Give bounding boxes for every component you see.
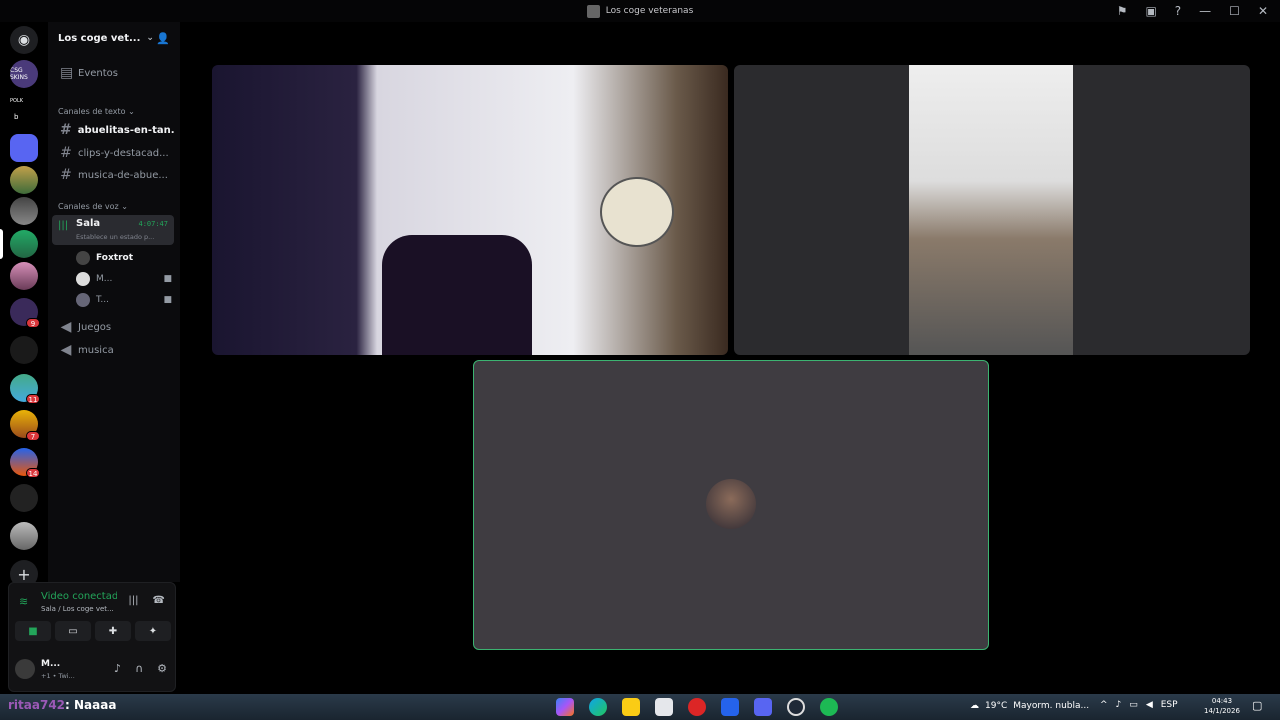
selected-pill bbox=[0, 229, 3, 259]
server-icon bbox=[586, 4, 600, 18]
clock[interactable]: 04:43 14/1/2026 bbox=[1204, 696, 1240, 716]
network-icon[interactable]: ▭ bbox=[1129, 700, 1138, 710]
calendar-icon: ▤ bbox=[60, 65, 74, 81]
hash-icon: # bbox=[60, 122, 72, 138]
system-tray: ^ ♪ ▭ ◀ ESP bbox=[1100, 700, 1178, 710]
activities-button[interactable]: ✚ bbox=[95, 621, 131, 641]
microphone-icon[interactable]: ♪ bbox=[114, 662, 121, 675]
category-voice-channels[interactable]: Canales de voz ⌄ bbox=[58, 202, 128, 211]
speaker-icon: ◀ bbox=[60, 342, 72, 358]
avatar bbox=[76, 293, 90, 307]
server-folder-label: POLK bbox=[10, 98, 24, 104]
store-icon[interactable] bbox=[655, 698, 673, 716]
outlook-icon[interactable] bbox=[721, 698, 739, 716]
server-icon-3[interactable] bbox=[10, 262, 38, 290]
camera-icon: ■ bbox=[163, 274, 172, 284]
category-text-channels[interactable]: Canales de texto ⌄ bbox=[58, 107, 135, 116]
camera-icon: ■ bbox=[163, 295, 172, 305]
server-icon-1[interactable] bbox=[10, 166, 38, 194]
server-icon-9[interactable] bbox=[10, 484, 38, 512]
channel-sidebar: Los coge vet... ⌄ 👤 ▤ Eventos Canales de… bbox=[48, 22, 180, 582]
edge-icon[interactable] bbox=[589, 698, 607, 716]
voice-wave-icon: ||| bbox=[58, 220, 69, 231]
server-csg-skins[interactable]: CSG SKINS bbox=[10, 60, 38, 88]
voice-channel-musica[interactable]: ◀ musica bbox=[54, 340, 174, 360]
hash-icon: # bbox=[60, 167, 72, 183]
speaker-icon: ◀ bbox=[60, 319, 72, 335]
screen-icon[interactable]: ▣ bbox=[1145, 3, 1156, 19]
avatar bbox=[76, 272, 90, 286]
cloud-icon: ☁ bbox=[970, 701, 979, 711]
server-icon-5[interactable] bbox=[10, 336, 38, 364]
disconnect-icon[interactable]: ☎ bbox=[153, 595, 165, 606]
chevron-up-icon[interactable]: ^ bbox=[1100, 700, 1108, 710]
camera-toggle-button[interactable]: ■ bbox=[15, 621, 51, 641]
mention-badge: 9 bbox=[26, 318, 40, 328]
soundboard-button[interactable]: ✦ bbox=[135, 621, 171, 641]
avatar bbox=[76, 251, 90, 265]
server-icon-10[interactable] bbox=[10, 522, 38, 550]
obs-icon[interactable] bbox=[787, 698, 805, 716]
server-folder-b: b bbox=[14, 113, 19, 121]
microphone-icon[interactable]: ♪ bbox=[1116, 700, 1122, 710]
server-header[interactable]: Los coge vet... ⌄ 👤 bbox=[48, 22, 180, 54]
channel-abuelitas[interactable]: # abuelitas-en-tan... bbox=[54, 120, 174, 140]
server-icon-current[interactable] bbox=[10, 230, 38, 258]
channel-clips[interactable]: # clips-y-destacad... bbox=[54, 143, 174, 163]
server-icon-2[interactable] bbox=[10, 197, 38, 225]
maximize-button[interactable]: ☐ bbox=[1229, 3, 1240, 19]
video-tile-speaking[interactable] bbox=[473, 360, 989, 650]
chevron-down-icon: ⌄ bbox=[146, 33, 154, 43]
video-stage bbox=[180, 22, 1280, 694]
minimize-button[interactable]: — bbox=[1199, 3, 1211, 19]
voice-member[interactable]: M... ■ bbox=[76, 269, 172, 289]
user-panel: M... +1 • Twi... ♪ ∩ ⚙ bbox=[9, 651, 175, 691]
screen-share-button[interactable]: ▭ bbox=[55, 621, 91, 641]
spotify-icon[interactable] bbox=[820, 698, 838, 716]
opera-icon[interactable] bbox=[688, 698, 706, 716]
invite-icon[interactable]: 👤 bbox=[156, 32, 170, 45]
voice-connection-panel: ≋ Video conectado Sala / Los coge vet...… bbox=[8, 582, 176, 692]
notifications-icon[interactable]: ▢ bbox=[1252, 699, 1262, 712]
help-icon[interactable]: ? bbox=[1175, 3, 1181, 19]
wall-plate bbox=[600, 177, 674, 247]
signal-icon[interactable]: ≋ bbox=[19, 595, 28, 608]
voice-channel-juegos[interactable]: ◀ Juegos bbox=[54, 317, 174, 337]
folder-icon[interactable] bbox=[10, 134, 38, 162]
voice-member[interactable]: T... ■ bbox=[76, 290, 172, 310]
weather-widget[interactable]: ☁ 19°C Mayorm. nubla... bbox=[970, 701, 1089, 711]
settings-gear-icon[interactable]: ⚙ bbox=[157, 662, 167, 675]
noise-suppression-icon[interactable]: ||| bbox=[128, 595, 138, 606]
discord-home-icon[interactable]: ◉ bbox=[10, 26, 38, 54]
hash-icon: # bbox=[60, 145, 72, 161]
mention-badge: 7 bbox=[26, 431, 40, 441]
chair-shape bbox=[382, 235, 532, 355]
sidebar-item-events[interactable]: ▤ Eventos bbox=[54, 63, 174, 83]
volume-icon[interactable]: ◀ bbox=[1146, 700, 1153, 710]
voice-member[interactable]: Foxtrot bbox=[76, 248, 172, 268]
video-tile-kitchen[interactable] bbox=[734, 65, 1250, 355]
title-bar: Los coge veteranas ⚑ ▣ ? — ☐ ✕ bbox=[0, 0, 1280, 22]
video-tile-room[interactable] bbox=[212, 65, 728, 355]
channel-musica-abue[interactable]: # musica-de-abue... bbox=[54, 165, 174, 185]
window-title: Los coge veteranas bbox=[586, 4, 693, 18]
avatar[interactable] bbox=[15, 659, 35, 679]
file-explorer-icon[interactable] bbox=[622, 698, 640, 716]
headphones-icon[interactable]: ∩ bbox=[135, 662, 143, 675]
mention-badge: 11 bbox=[26, 394, 40, 404]
inbox-flag-icon[interactable]: ⚑ bbox=[1117, 3, 1128, 19]
copilot-icon[interactable] bbox=[556, 698, 574, 716]
camera-feed bbox=[909, 65, 1073, 355]
windows-taskbar: ritaa742: Naaaa ☁ 19°C Mayorm. nubla... … bbox=[0, 694, 1280, 720]
mention-badge: 14 bbox=[26, 468, 40, 478]
close-button[interactable]: ✕ bbox=[1258, 3, 1268, 19]
discord-icon[interactable] bbox=[754, 698, 772, 716]
stream-chat-overlay: ritaa742: Naaaa bbox=[8, 698, 117, 712]
avatar bbox=[706, 479, 756, 529]
voice-channel-sala[interactable]: ||| Sala 4:07:47 Establece un estado p..… bbox=[52, 215, 174, 245]
